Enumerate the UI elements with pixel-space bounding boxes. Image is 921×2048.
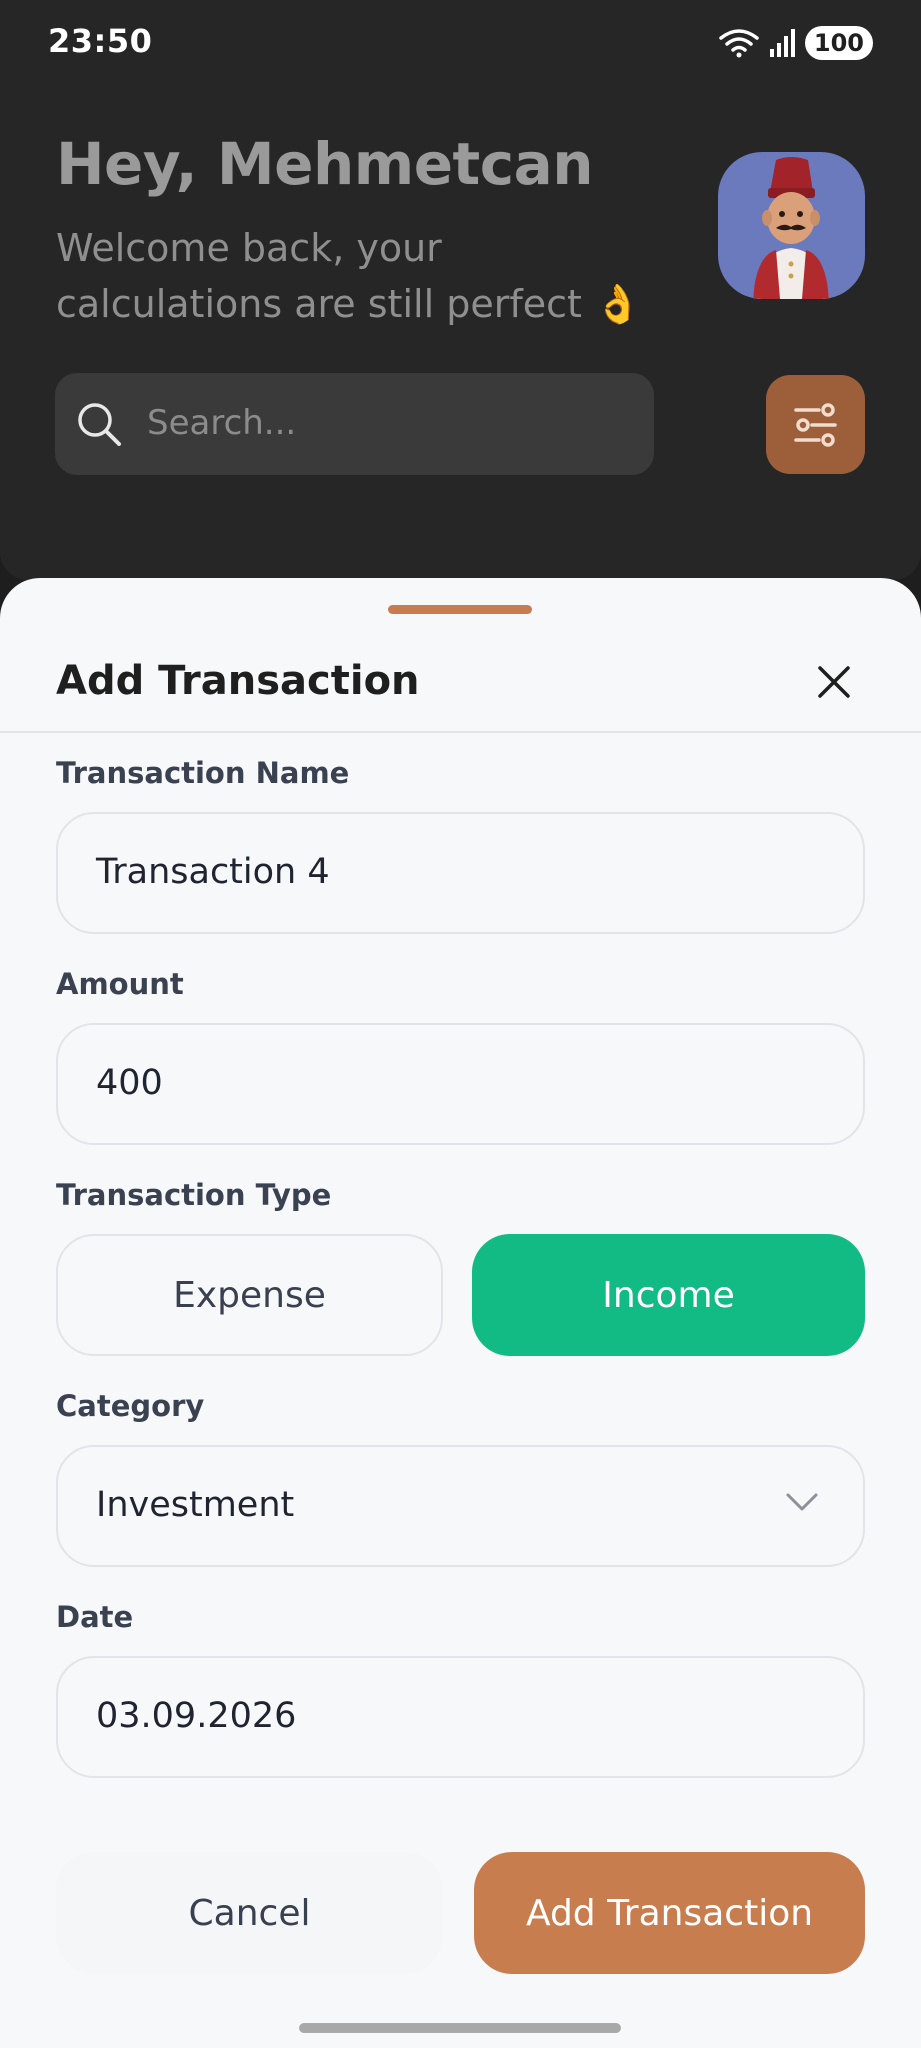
status-bar: 23:50 100 — [0, 0, 921, 90]
dashboard-header: 23:50 100 Hey, Mehmetcan Welcome back, y… — [0, 0, 921, 580]
amount-label: Amount — [56, 967, 184, 1001]
sheet-title: Add Transaction — [56, 658, 420, 704]
add-transaction-button-label: Add Transaction — [525, 1892, 814, 1934]
chevron-down-icon — [786, 1493, 818, 1511]
type-income-label: Income — [602, 1274, 735, 1316]
amount-input[interactable]: 400 — [56, 1023, 865, 1145]
close-icon — [818, 666, 850, 698]
date-value: 03.09.2026 — [96, 1696, 297, 1736]
avatar-fez-man-icon — [753, 157, 829, 299]
wifi-icon — [719, 29, 759, 58]
transaction-type-label: Transaction Type — [56, 1178, 332, 1212]
greeting-title: Hey, Mehmetcan — [56, 130, 594, 198]
category-value: Investment — [96, 1485, 295, 1525]
profile-avatar[interactable] — [718, 152, 865, 299]
battery-indicator: 100 — [804, 26, 873, 60]
date-input[interactable]: 03.09.2026 — [56, 1656, 865, 1778]
cancel-button[interactable]: Cancel — [56, 1852, 443, 1974]
cancel-button-label: Cancel — [188, 1892, 311, 1934]
transaction-name-value: Transaction 4 — [96, 852, 330, 892]
type-expense-label: Expense — [173, 1274, 326, 1316]
search-bar[interactable]: Search... — [55, 373, 654, 475]
transaction-name-label: Transaction Name — [56, 756, 350, 790]
type-income-button[interactable]: Income — [472, 1234, 865, 1356]
filter-button[interactable] — [766, 375, 865, 474]
category-label: Category — [56, 1389, 205, 1423]
greeting-subtitle: Welcome back, your calculations are stil… — [56, 226, 642, 326]
search-placeholder: Search... — [147, 403, 297, 443]
category-select[interactable]: Investment — [56, 1445, 865, 1567]
search-icon — [78, 403, 121, 446]
sheet-drag-handle[interactable] — [388, 605, 532, 614]
status-icons: 100 — [719, 26, 873, 60]
transaction-name-input[interactable]: Transaction 4 — [56, 812, 865, 934]
sliders-icon — [794, 403, 837, 447]
sheet-divider — [0, 731, 921, 733]
signal-icon — [769, 29, 795, 57]
status-time: 23:50 — [48, 22, 153, 60]
type-expense-button[interactable]: Expense — [56, 1234, 443, 1356]
add-transaction-button[interactable]: Add Transaction — [474, 1852, 865, 1974]
amount-value: 400 — [96, 1063, 163, 1103]
date-label: Date — [56, 1600, 134, 1634]
close-button[interactable] — [814, 662, 854, 702]
home-indicator[interactable] — [299, 2023, 621, 2033]
